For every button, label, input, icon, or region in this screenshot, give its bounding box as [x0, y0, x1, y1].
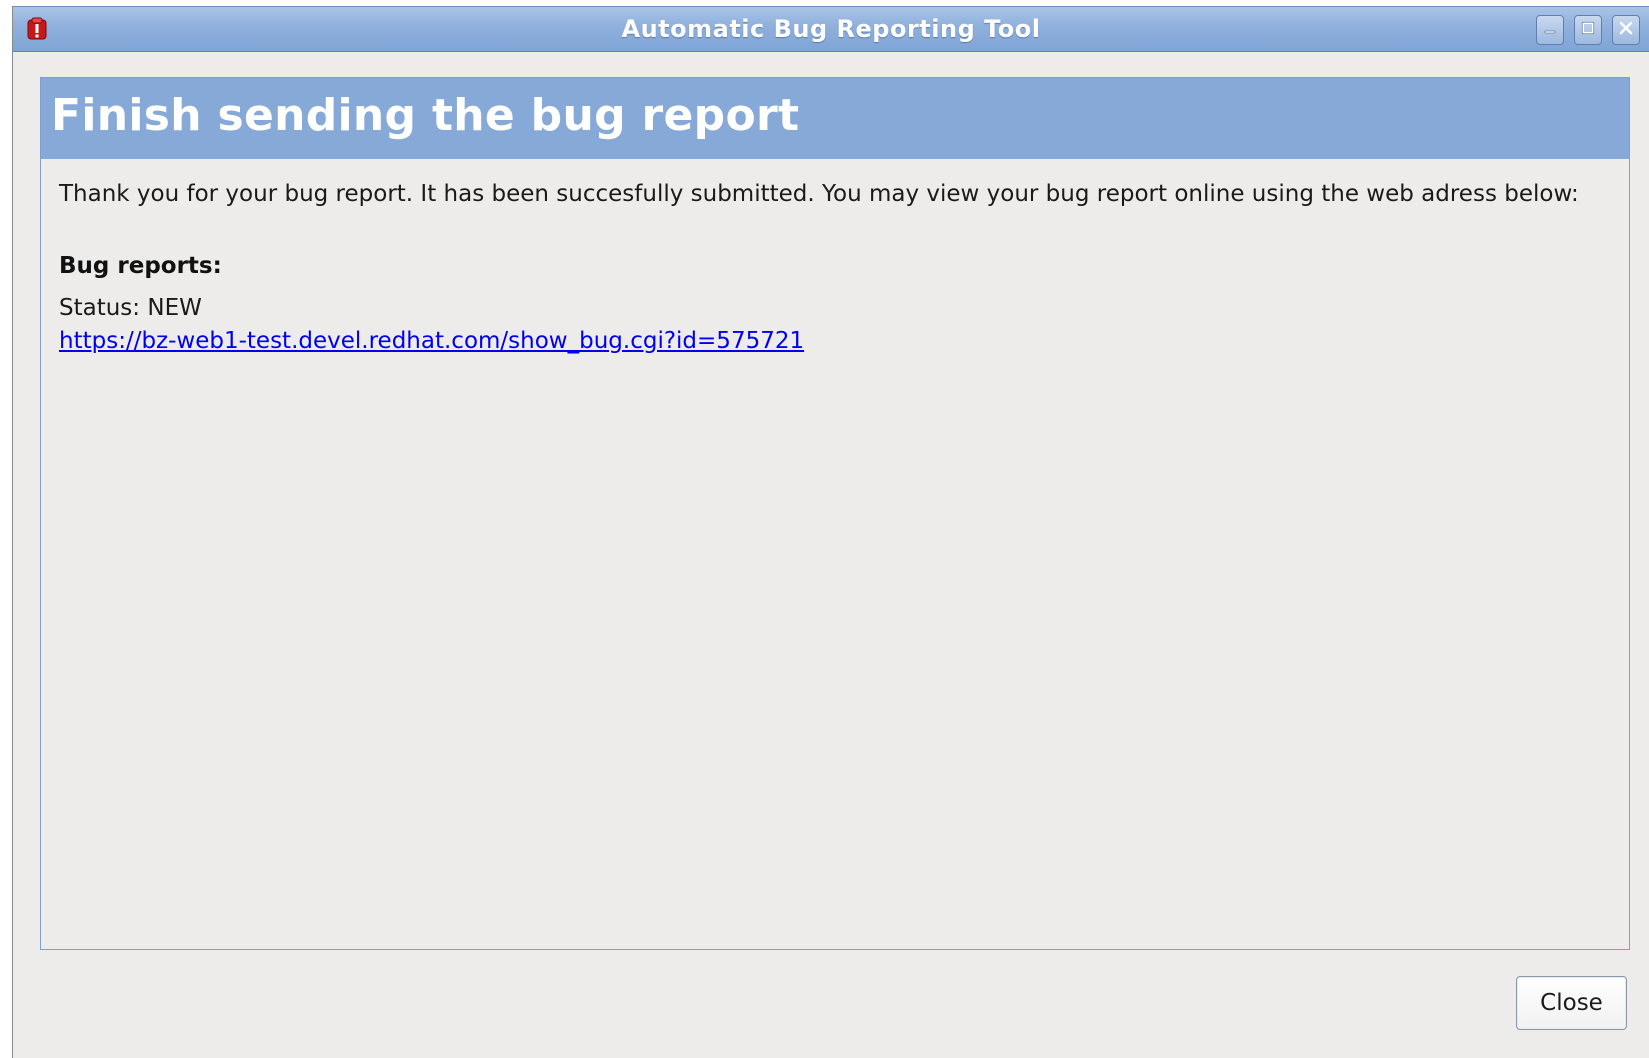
success-message: Thank you for your bug report. It has be…	[59, 181, 1579, 207]
status-label: Status:	[59, 295, 141, 321]
minimize-button[interactable]	[1536, 15, 1564, 45]
maximize-button[interactable]	[1574, 15, 1602, 45]
bug-report-link[interactable]: https://bz-web1-test.devel.redhat.com/sh…	[59, 328, 804, 354]
content-panel: Finish sending the bug report Thank you …	[40, 77, 1630, 950]
page-header: Finish sending the bug report	[41, 78, 1629, 159]
page-title: Finish sending the bug report	[51, 90, 800, 141]
title-bar[interactable]: Automatic Bug Reporting Tool	[13, 7, 1649, 52]
bug-reports-heading: Bug reports:	[59, 253, 222, 279]
main-window: Automatic Bug Reporting Tool Finish send…	[12, 6, 1649, 1058]
status-value: NEW	[147, 295, 202, 321]
close-icon	[1618, 20, 1634, 40]
window-close-button[interactable]	[1612, 15, 1640, 45]
window-title: Automatic Bug Reporting Tool	[621, 15, 1041, 43]
minimize-icon	[1542, 20, 1558, 40]
maximize-icon	[1580, 20, 1596, 40]
status-line: Status: NEW	[59, 295, 202, 321]
close-button[interactable]: Close	[1516, 976, 1627, 1030]
